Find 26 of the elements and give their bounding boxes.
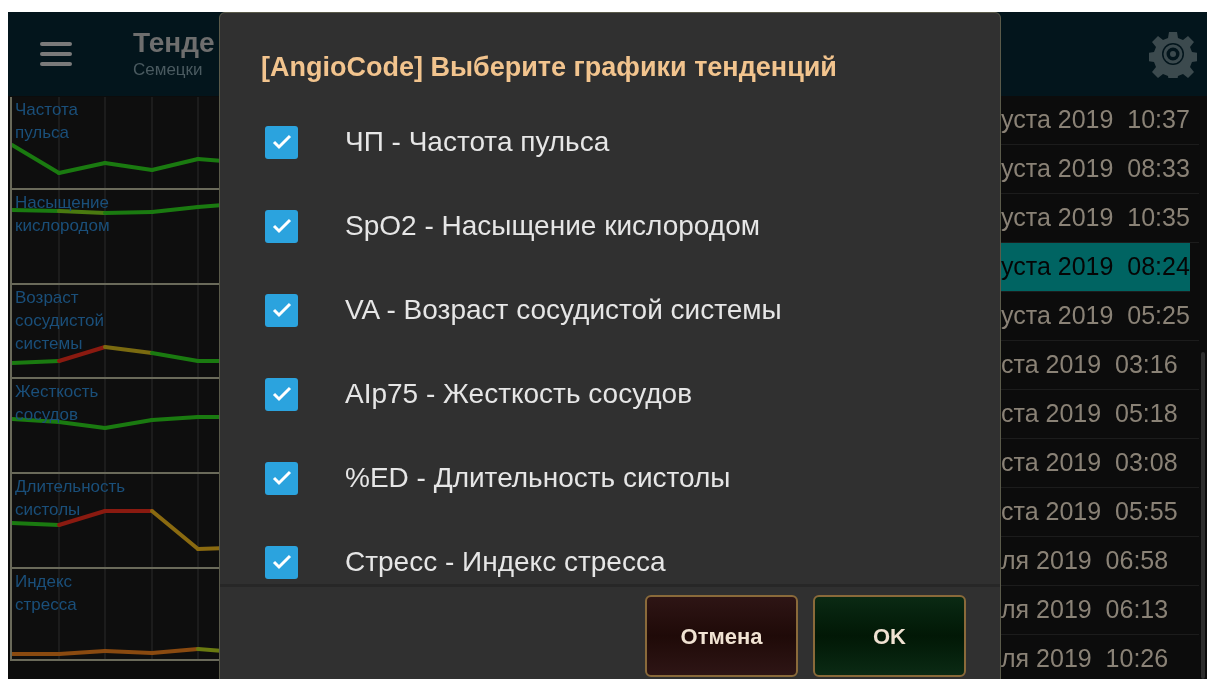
chart-label: Возраст сосудистой системы	[15, 287, 105, 355]
app-title: Тенде	[133, 27, 215, 59]
checkbox[interactable]	[265, 125, 298, 159]
chart-label: Длительность систолы	[15, 476, 126, 521]
chart-label: Насыщение кислородом	[15, 192, 110, 237]
option-label[interactable]: %ED - Длительность систолы	[345, 457, 731, 499]
checkbox[interactable]	[265, 377, 298, 411]
checkbox[interactable]	[265, 545, 298, 579]
scrollbar[interactable]	[1201, 352, 1205, 679]
dialog-title: [AngioCode] Выберите графики тенденций	[261, 51, 838, 84]
cancel-button[interactable]: Отмена	[645, 595, 798, 677]
chart-label: Индекс стресса	[15, 571, 77, 616]
menu-icon[interactable]	[40, 42, 72, 66]
option-label[interactable]: AIp75 - Жесткость сосудов	[345, 373, 693, 415]
chart-label: Жесткость сосудов	[15, 381, 99, 426]
checkbox[interactable]	[265, 293, 298, 327]
checkbox[interactable]	[265, 209, 298, 243]
checkbox[interactable]	[265, 461, 298, 495]
chart-label: Частота пульса	[15, 99, 78, 144]
history-row[interactable]: уста 2019 08:24	[1000, 243, 1190, 292]
option-label[interactable]: Стресс - Индекс стресса	[345, 541, 666, 583]
option-label[interactable]: ЧП - Частота пульса	[345, 121, 610, 163]
option-label[interactable]: VA - Возраст сосудистой системы	[345, 289, 782, 331]
option-label[interactable]: SpO2 - Насыщение кислородом	[345, 205, 760, 247]
app-subtitle: Семецки	[133, 59, 204, 81]
ok-button[interactable]: OK	[813, 595, 966, 677]
